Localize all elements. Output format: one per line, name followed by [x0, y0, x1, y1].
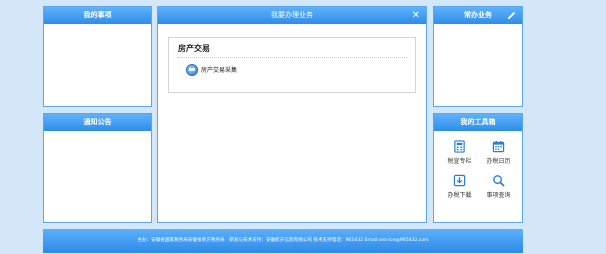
tool-tax-download[interactable]: 办税下载 — [440, 174, 479, 199]
search-icon — [493, 175, 505, 187]
business-item-label: 房产交易采集 — [201, 67, 238, 74]
tool-label: 税宣专栏 — [447, 158, 472, 165]
tool-label: 办税日历 — [486, 158, 511, 165]
footer-bar: 主办：安徽省国家税务局安徽省地方税务局 研发与技术支持：安徽航天信息有限公司 技… — [43, 229, 523, 253]
business-panel-title: 我要办理业务 — [271, 11, 313, 19]
my-matters-panel: 我的事项 — [43, 6, 152, 107]
my-matters-title: 我的事项 — [44, 7, 151, 24]
download-icon — [453, 174, 466, 187]
common-business-title: 常办业务 — [464, 11, 492, 19]
toolbox-panel: 我的工具箱 税宣专栏 办税日历 办税下载 事项查询 — [433, 113, 523, 223]
calendar-icon — [492, 140, 505, 153]
house-info-icon — [186, 63, 198, 76]
toolbox-title: 我的工具箱 — [434, 114, 522, 131]
pencil-icon[interactable] — [506, 10, 517, 21]
business-item-house-info[interactable]: 房产交易采集 — [186, 63, 237, 76]
business-category-box: 房产交易 房产交易采集 — [168, 37, 416, 93]
app-page: 我的事项 通知公告 我要办理业务 ✕ 房产交易 房产交易采集 常办业务 我的工具… — [0, 0, 606, 254]
footer-text: 主办：安徽省国家税务局安徽省地方税务局 研发与技术支持：安徽航天信息有限公司 技… — [137, 238, 429, 243]
tool-tax-column[interactable]: 税宣专栏 — [440, 140, 479, 165]
close-icon[interactable]: ✕ — [412, 7, 420, 24]
notice-panel: 通知公告 — [43, 113, 152, 223]
tool-label: 事项查询 — [486, 192, 511, 199]
tool-label: 办税下载 — [447, 192, 472, 199]
toolbox-grid: 税宣专栏 办税日历 办税下载 事项查询 — [440, 140, 518, 199]
common-business-header: 常办业务 — [434, 7, 522, 24]
tool-item-query[interactable]: 事项查询 — [479, 174, 518, 199]
notice-title: 通知公告 — [44, 114, 151, 131]
business-panel-header: 我要办理业务 ✕ — [158, 7, 426, 24]
business-category-divider — [177, 57, 407, 58]
common-business-panel: 常办业务 — [433, 6, 523, 107]
calculator-icon — [454, 140, 465, 153]
business-category-title: 房产交易 — [178, 44, 210, 53]
tool-tax-calendar[interactable]: 办税日历 — [479, 140, 518, 165]
business-panel: 我要办理业务 ✕ 房产交易 房产交易采集 — [157, 6, 427, 223]
